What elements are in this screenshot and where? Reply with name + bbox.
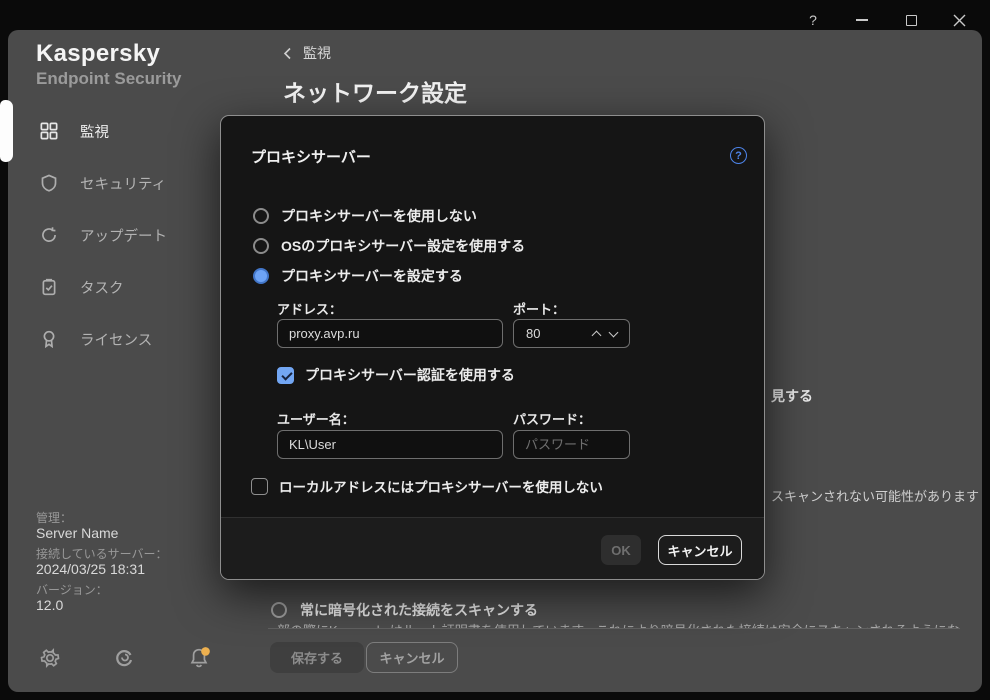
shield-icon: [40, 174, 58, 192]
sidebar-item-label: ライセンス: [80, 329, 152, 350]
version-label: バージョン：: [36, 581, 108, 598]
page-cancel-button[interactable]: キャンセル: [366, 642, 458, 673]
notification-dot: [201, 647, 210, 656]
port-label: ポート：: [513, 299, 565, 318]
use-auth-checkbox[interactable]: プロキシサーバー認証を使用する: [277, 365, 515, 385]
username-input[interactable]: [277, 430, 503, 459]
desktop-frame: ? Kaspersky Endpoint Security 監視: [0, 0, 990, 700]
sidebar: Kaspersky Endpoint Security 監視 セキュリティ: [8, 30, 220, 692]
connected-time-value: 2024/03/25 18:31: [36, 561, 145, 577]
password-input[interactable]: [513, 430, 630, 459]
radio-icon: [253, 238, 269, 254]
breadcrumb[interactable]: 監視: [283, 43, 331, 63]
maximize-icon: [906, 15, 917, 26]
dialog-footer: OK キャンセル: [221, 517, 764, 579]
bell-icon: [186, 646, 212, 672]
scan-encrypted-radio-option[interactable]: 常に暗号化された接続をスキャンする: [271, 600, 538, 620]
dialog-help-button[interactable]: ?: [730, 147, 747, 164]
sidebar-item-update[interactable]: アップデート: [8, 209, 220, 261]
sidebar-item-label: 監視: [80, 121, 109, 142]
brand-name: Kaspersky: [36, 40, 160, 68]
sidebar-item-label: タスク: [80, 277, 124, 298]
close-button[interactable]: [947, 10, 971, 30]
settings-button[interactable]: [38, 646, 64, 672]
server-name-value: Server Name: [36, 525, 118, 541]
breadcrumb-label: 監視: [303, 43, 331, 63]
page-title: ネットワーク設定: [283, 74, 467, 108]
ok-button[interactable]: OK: [601, 535, 641, 565]
radio-icon: [271, 602, 287, 618]
checkbox-checked-icon: [277, 367, 294, 384]
chevron-up-icon[interactable]: [592, 330, 602, 340]
checkbox-label: プロキシサーバー認証を使用する: [305, 365, 515, 385]
version-value: 12.0: [36, 597, 63, 613]
proxy-server-dialog: プロキシサーバー ? プロキシサーバーを使用しない OSのプロキシサーバー設定を…: [220, 115, 765, 580]
connected-server-label: 接続しているサーバー：: [36, 545, 168, 562]
background-warning-fragment: スキャンされない可能性があります: [771, 486, 979, 505]
save-button[interactable]: 保存する: [270, 642, 364, 673]
radio-selected-icon: [253, 268, 269, 284]
radio-no-proxy[interactable]: プロキシサーバーを使用しない: [253, 206, 477, 226]
sidebar-item-license[interactable]: ライセンス: [8, 313, 220, 365]
maximize-button[interactable]: [899, 10, 923, 30]
support-tools-button[interactable]: [112, 646, 138, 672]
radio-label: OSのプロキシサーバー設定を使用する: [281, 236, 525, 256]
password-label: パスワード：: [513, 409, 591, 428]
sidebar-item-security[interactable]: セキュリティ: [8, 157, 220, 209]
sidebar-item-label: アップデート: [80, 225, 167, 246]
clipped-description-text: 部の際にKasperskyはルート証明書を使用しています。これにより暗号化された…: [277, 620, 959, 628]
address-input[interactable]: [277, 319, 503, 348]
checkbox-unchecked-icon: [251, 478, 268, 495]
username-label: ユーザー名：: [277, 409, 355, 428]
managed-by-label: 管理：: [36, 509, 72, 526]
checkbox-label: ローカルアドレスにはプロキシサーバーを使用しない: [279, 476, 603, 496]
port-value: 80: [514, 326, 593, 341]
close-icon: [953, 14, 966, 27]
update-icon: [40, 226, 58, 244]
bypass-local-checkbox[interactable]: ローカルアドレスにはプロキシサーバーを使用しない: [251, 476, 603, 496]
chevron-down-icon[interactable]: [609, 328, 619, 338]
brand-product: Endpoint Security: [36, 69, 181, 89]
notifications-button[interactable]: [186, 646, 212, 672]
sidebar-item-monitoring[interactable]: 監視: [8, 105, 220, 157]
radio-label: 常に暗号化された接続をスキャンする: [300, 600, 538, 620]
sidebar-item-label: セキュリティ: [80, 173, 166, 194]
minimize-icon: [856, 19, 868, 21]
tasks-icon: [40, 278, 58, 296]
app-window: Kaspersky Endpoint Security 監視 セキュリティ: [8, 30, 982, 692]
radio-label: プロキシサーバーを使用しない: [281, 206, 477, 226]
radio-label: プロキシサーバーを設定する: [281, 266, 463, 286]
port-stepper[interactable]: 80: [513, 319, 630, 348]
dialog-title: プロキシサーバー: [251, 146, 371, 167]
back-chevron-icon: [283, 47, 292, 60]
section-divider: [268, 628, 960, 629]
minimize-button[interactable]: [850, 10, 874, 30]
dialog-cancel-button[interactable]: キャンセル: [658, 535, 742, 565]
sidebar-item-tasks[interactable]: タスク: [8, 261, 220, 313]
radio-icon: [253, 208, 269, 224]
help-button[interactable]: ?: [801, 10, 825, 30]
address-label: アドレス：: [277, 299, 342, 318]
dashboard-icon: [40, 122, 58, 140]
radio-os-proxy[interactable]: OSのプロキシサーバー設定を使用する: [253, 236, 525, 256]
gear-icon: [38, 646, 62, 670]
restore-icon: [112, 646, 136, 670]
background-text-fragment: 見する: [771, 386, 813, 406]
radio-custom-proxy[interactable]: プロキシサーバーを設定する: [253, 266, 463, 286]
license-icon: [40, 330, 58, 348]
